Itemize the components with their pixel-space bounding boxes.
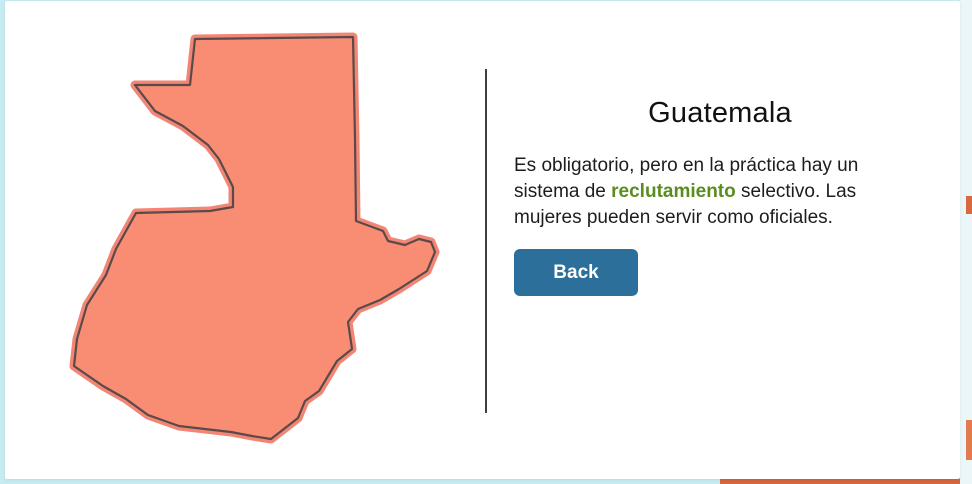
country-map-svg bbox=[69, 32, 440, 444]
background-fragment bbox=[966, 196, 972, 214]
country-info-card: Guatemala Es obligatorio, pero en la prá… bbox=[5, 1, 960, 479]
back-button[interactable]: Back bbox=[514, 249, 638, 296]
background-fragment bbox=[966, 420, 972, 460]
description-highlight-term: reclutamiento bbox=[611, 181, 736, 202]
country-map bbox=[55, 27, 455, 457]
country-description: Es obligatorio, pero en la práctica hay … bbox=[514, 153, 924, 231]
country-title: Guatemala bbox=[648, 97, 792, 129]
vertical-divider bbox=[485, 69, 487, 413]
country-shape bbox=[72, 35, 437, 441]
background-edge-strip bbox=[960, 0, 972, 484]
